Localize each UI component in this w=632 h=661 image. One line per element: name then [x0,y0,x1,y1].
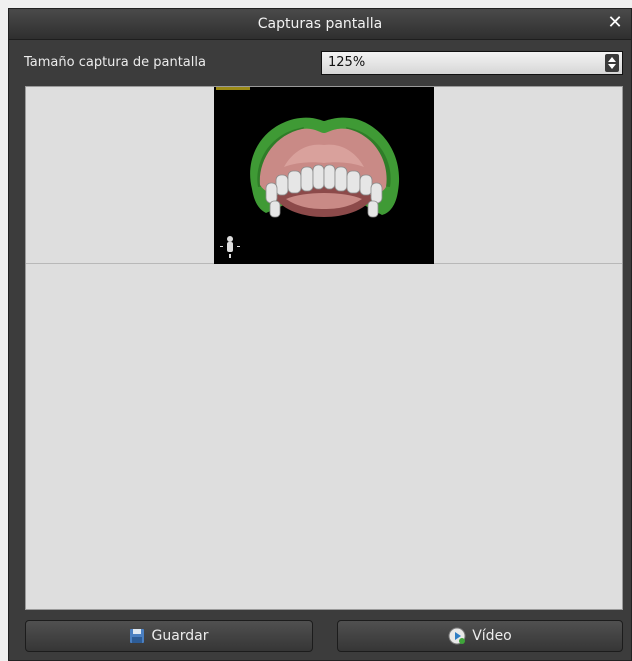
size-value: 125% [328,55,366,70]
screenshot-preview-area [25,86,623,610]
save-button-label: Guardar [151,628,209,644]
close-button[interactable]: ✕ [605,13,625,33]
video-button-label: Vídeo [472,628,512,644]
save-button[interactable]: Guardar [25,620,313,652]
captured-image [214,87,434,264]
video-button[interactable]: Vídeo [337,620,623,652]
floppy-disk-icon [129,628,145,644]
size-select[interactable]: 125% [321,51,623,75]
video-play-icon [448,627,466,645]
size-label: Tamaño captura de pantalla [24,55,206,70]
dialog-title: Capturas pantalla [257,16,383,32]
screenshot-dialog: Capturas pantalla ✕ Tamaño captura de pa… [8,8,632,661]
title-bar[interactable]: Capturas pantalla ✕ [9,9,631,40]
spin-arrows-icon[interactable] [605,54,619,72]
